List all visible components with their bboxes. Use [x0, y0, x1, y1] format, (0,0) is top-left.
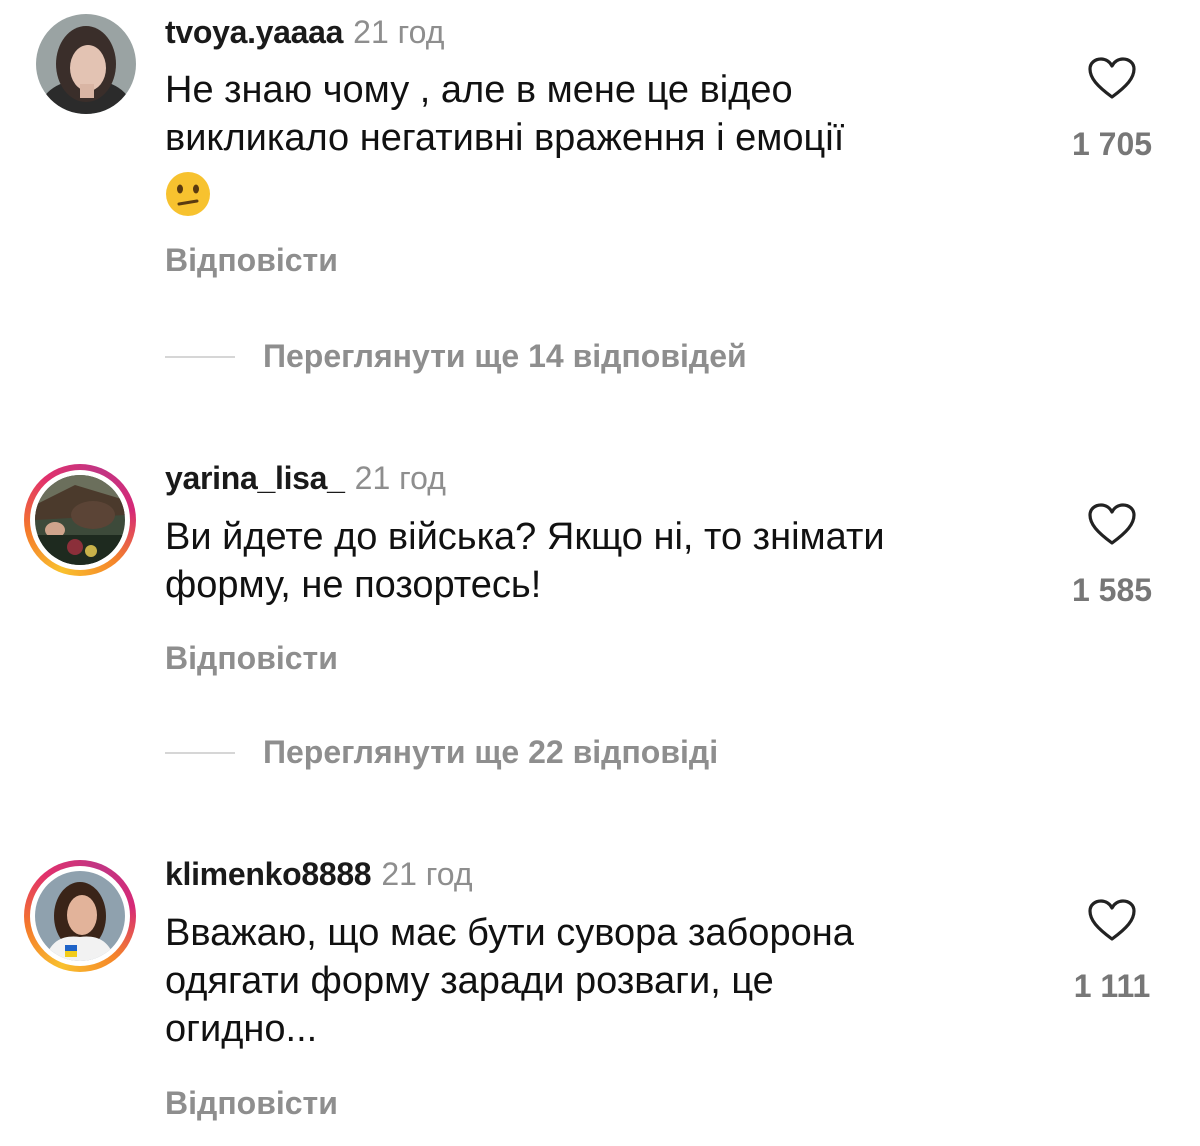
comment-text-line: Не знаю чому , але в мене це відео — [165, 69, 793, 111]
timestamp: 21 год — [381, 856, 473, 892]
heart-icon[interactable] — [1062, 898, 1162, 942]
divider-line — [165, 356, 235, 358]
comment-text-line: Ви йдете до війська? Якщо ні, то знімати — [165, 516, 885, 558]
view-replies-label: Переглянути ще 14 відповідей — [263, 338, 747, 374]
like-area: 1 111 — [1062, 898, 1162, 1005]
avatar[interactable] — [24, 860, 136, 972]
comment-text: Ви йдете до війська? Якщо ні, то знімати… — [165, 513, 1045, 609]
like-count: 1 111 — [1073, 968, 1151, 1004]
avatar-photo — [36, 14, 136, 114]
comment-header: yarina_lisa_ 21 год — [165, 460, 446, 496]
comment-text-line: форму, не позортесь! — [165, 564, 542, 606]
comment-text: Не знаю чому , але в мене це відео викли… — [165, 66, 1045, 228]
comment-text-line: огидно... — [165, 1008, 318, 1050]
avatar[interactable] — [24, 464, 136, 576]
heart-icon[interactable] — [1062, 56, 1162, 100]
like-area: 1 585 — [1062, 502, 1162, 609]
comment-text-line: викликало негативні враження і емоції — [165, 117, 845, 159]
timestamp: 21 год — [353, 14, 445, 50]
comment-header: klimenko8888 21 год — [165, 856, 473, 892]
username[interactable]: yarina_lisa_ — [165, 460, 345, 496]
reply-button[interactable]: Відповісти — [165, 1085, 338, 1122]
reply-button[interactable]: Відповісти — [165, 242, 338, 279]
comment-text-line: Вважаю, що має бути сувора заборона — [165, 912, 854, 954]
comment-text-line: одягати форму заради розваги, це — [165, 960, 774, 1002]
timestamp: 21 год — [354, 460, 446, 496]
confused-face-icon — [165, 171, 211, 217]
like-count: 1 705 — [1071, 126, 1153, 162]
username[interactable]: klimenko8888 — [165, 856, 372, 892]
reply-button[interactable]: Відповісти — [165, 640, 338, 677]
divider-line — [165, 752, 235, 754]
avatar-photo — [35, 871, 125, 961]
avatar[interactable] — [36, 14, 136, 114]
avatar-photo — [35, 475, 125, 565]
username[interactable]: tvoya.yaaaa — [165, 14, 343, 50]
comment-header: tvoya.yaaaa 21 год — [165, 14, 444, 50]
like-area: 1 705 — [1062, 56, 1162, 163]
like-count: 1 585 — [1071, 572, 1153, 608]
view-replies-label: Переглянути ще 22 відповіді — [263, 734, 719, 770]
heart-icon[interactable] — [1062, 502, 1162, 546]
comment-text: Вважаю, що має бути сувора заборона одяг… — [165, 909, 1045, 1053]
